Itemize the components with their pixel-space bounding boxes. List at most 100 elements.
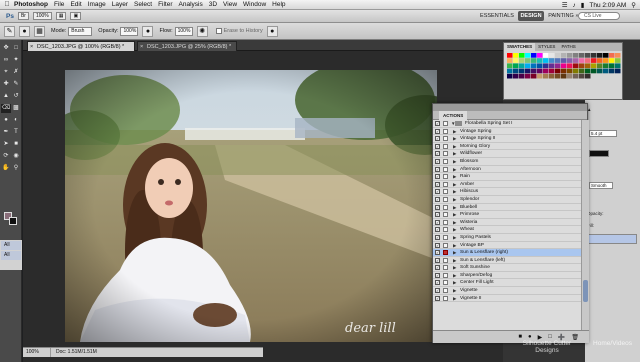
color-swatch[interactable] xyxy=(549,58,555,63)
color-swatch[interactable] xyxy=(531,68,537,74)
pressure-opacity-icon[interactable]: ● xyxy=(142,25,154,37)
actions-panel-titlebar[interactable] xyxy=(433,104,587,111)
lasso-tool-icon[interactable]: ∞ xyxy=(1,56,11,65)
volume-icon[interactable]: ♪ xyxy=(573,2,576,9)
action-row[interactable]: ✓ ▶ Blossom xyxy=(433,158,581,166)
color-swatch[interactable] xyxy=(609,53,615,58)
color-swatch[interactable] xyxy=(549,63,555,69)
color-swatch[interactable] xyxy=(561,63,567,69)
action-toggle-checkbox[interactable]: ✓ xyxy=(435,250,440,256)
tab-styles[interactable]: STYLES xyxy=(535,43,558,51)
color-swatch[interactable] xyxy=(603,53,609,58)
action-toggle-checkbox[interactable]: ✓ xyxy=(435,189,440,195)
color-swatch[interactable] xyxy=(531,53,537,58)
color-swatch[interactable] xyxy=(567,58,573,63)
action-toggle-checkbox[interactable]: ✓ xyxy=(435,174,440,180)
color-swatch[interactable] xyxy=(567,53,573,58)
color-swatch[interactable] xyxy=(597,53,603,58)
action-row[interactable]: ✓ ▶ Wildflower xyxy=(433,150,581,158)
color-swatch[interactable] xyxy=(591,63,597,69)
expand-triangle-icon[interactable]: ▶ xyxy=(453,158,456,165)
action-dialog-toggle[interactable] xyxy=(443,265,448,271)
action-row[interactable]: ✓ ▶ Vintage Spring II xyxy=(433,135,581,143)
color-swatch[interactable] xyxy=(507,68,513,74)
action-row[interactable]: ✓ ▶ Amber xyxy=(433,181,581,189)
action-row[interactable]: ✓ ▶ Primrose xyxy=(433,211,581,219)
action-dialog-toggle[interactable] xyxy=(443,204,448,210)
actions-scrollbar-thumb[interactable] xyxy=(583,280,588,302)
expand-triangle-icon[interactable]: ▶ xyxy=(453,249,456,256)
tab-paths[interactable]: PATHS xyxy=(558,43,578,51)
action-dialog-toggle[interactable] xyxy=(443,158,448,164)
brush-tool-icon[interactable]: ✎ xyxy=(11,80,21,89)
action-toggle-checkbox[interactable]: ✓ xyxy=(435,242,440,248)
color-swatch[interactable] xyxy=(543,73,549,79)
color-swatch[interactable] xyxy=(579,53,585,58)
action-dialog-toggle[interactable] xyxy=(443,272,448,278)
battery-icon[interactable]: ▮ xyxy=(581,1,585,9)
color-swatch[interactable] xyxy=(609,63,615,69)
action-dialog-toggle[interactable] xyxy=(443,212,448,218)
workspace-essentials[interactable]: ESSENTIALS xyxy=(478,11,516,21)
action-row[interactable]: ✓ ▶ Vintage Spring xyxy=(433,128,581,136)
action-dialog-toggle[interactable] xyxy=(443,189,448,195)
arrange-documents-icon[interactable]: ▦ xyxy=(55,12,67,20)
color-swatch[interactable] xyxy=(561,53,567,58)
eraser-tool-icon[interactable]: ✎ xyxy=(4,25,15,37)
action-toggle-checkbox[interactable]: ✓ xyxy=(435,219,440,225)
path-selection-tool-icon[interactable]: ➤ xyxy=(1,140,11,149)
color-swatch[interactable] xyxy=(537,63,543,69)
action-toggle-checkbox[interactable]: ✓ xyxy=(435,166,440,172)
3d-rotate-tool-icon[interactable]: ⟳ xyxy=(1,152,11,161)
action-dialog-toggle[interactable] xyxy=(443,234,448,240)
action-set-row[interactable]: ✓ ▼ Florabella Spring Set I xyxy=(433,120,581,128)
layer-row-selected[interactable] xyxy=(587,234,637,244)
color-swatch[interactable] xyxy=(585,68,591,74)
menu-3d[interactable]: 3D xyxy=(209,1,217,8)
menu-select[interactable]: Select xyxy=(134,1,152,8)
color-swatch[interactable] xyxy=(585,58,591,63)
close-tab-icon[interactable]: × xyxy=(140,42,143,52)
color-swatch[interactable] xyxy=(573,68,579,74)
expand-triangle-icon[interactable]: ▶ xyxy=(453,226,456,233)
action-toggle-checkbox[interactable]: ✓ xyxy=(435,196,440,202)
menu-edit[interactable]: Edit xyxy=(70,1,81,8)
color-swatch[interactable] xyxy=(513,68,519,74)
color-swatch[interactable] xyxy=(513,73,519,79)
action-toggle-checkbox[interactable]: ✓ xyxy=(435,234,440,240)
action-dialog-toggle[interactable] xyxy=(443,174,448,180)
document-tab-active[interactable]: × DSC_1203.JPG @ 100% (RGB/8) * xyxy=(27,41,135,51)
color-swatch[interactable] xyxy=(585,73,591,79)
brush-preset-icon[interactable]: ● xyxy=(19,25,30,37)
expand-triangle-icon[interactable]: ▶ xyxy=(453,150,456,157)
action-dialog-toggle[interactable] xyxy=(443,143,448,149)
expand-triangle-icon[interactable]: ▶ xyxy=(453,173,456,180)
pressure-size-icon[interactable]: ● xyxy=(266,25,278,37)
color-swatch[interactable] xyxy=(615,68,621,74)
action-row[interactable]: ✓ ▶ Spring Pastels xyxy=(433,234,581,242)
expand-triangle-icon[interactable]: ▶ xyxy=(453,234,456,241)
expand-triangle-icon[interactable]: ▶ xyxy=(453,264,456,271)
status-doc-info[interactable]: Doc: 1.51M/1.51M xyxy=(51,348,97,357)
action-row[interactable]: ✓ ▶ Sun & Lensflare (right) xyxy=(433,249,581,257)
color-swatch[interactable] xyxy=(519,73,525,79)
expand-triangle-icon[interactable]: ▶ xyxy=(453,166,456,173)
smooth-select[interactable]: Smooth xyxy=(589,182,613,189)
action-row[interactable]: ✓ ▶ Soft Sunshine xyxy=(433,264,581,272)
tab-actions[interactable]: ACTIONS xyxy=(439,111,468,120)
healing-brush-tool-icon[interactable]: ✚ xyxy=(1,80,11,89)
action-dialog-toggle[interactable] xyxy=(443,295,448,301)
color-swatch[interactable] xyxy=(597,58,603,63)
expand-triangle-icon[interactable]: ▶ xyxy=(453,219,456,226)
action-row[interactable]: ✓ ▶ Hibiscus xyxy=(433,188,581,196)
action-toggle-checkbox[interactable]: ✓ xyxy=(435,121,440,126)
color-swatch[interactable] xyxy=(561,58,567,63)
action-toggle-checkbox[interactable]: ✓ xyxy=(435,227,440,233)
color-swatch[interactable] xyxy=(519,63,525,69)
close-tab-icon[interactable]: × xyxy=(30,42,33,52)
marquee-tool-icon[interactable]: □ xyxy=(11,44,21,53)
action-dialog-toggle[interactable] xyxy=(443,151,448,157)
airbrush-icon[interactable]: ✺ xyxy=(196,25,208,37)
color-swatch[interactable] xyxy=(609,58,615,63)
hand-tool-icon[interactable]: ✋ xyxy=(1,164,11,173)
